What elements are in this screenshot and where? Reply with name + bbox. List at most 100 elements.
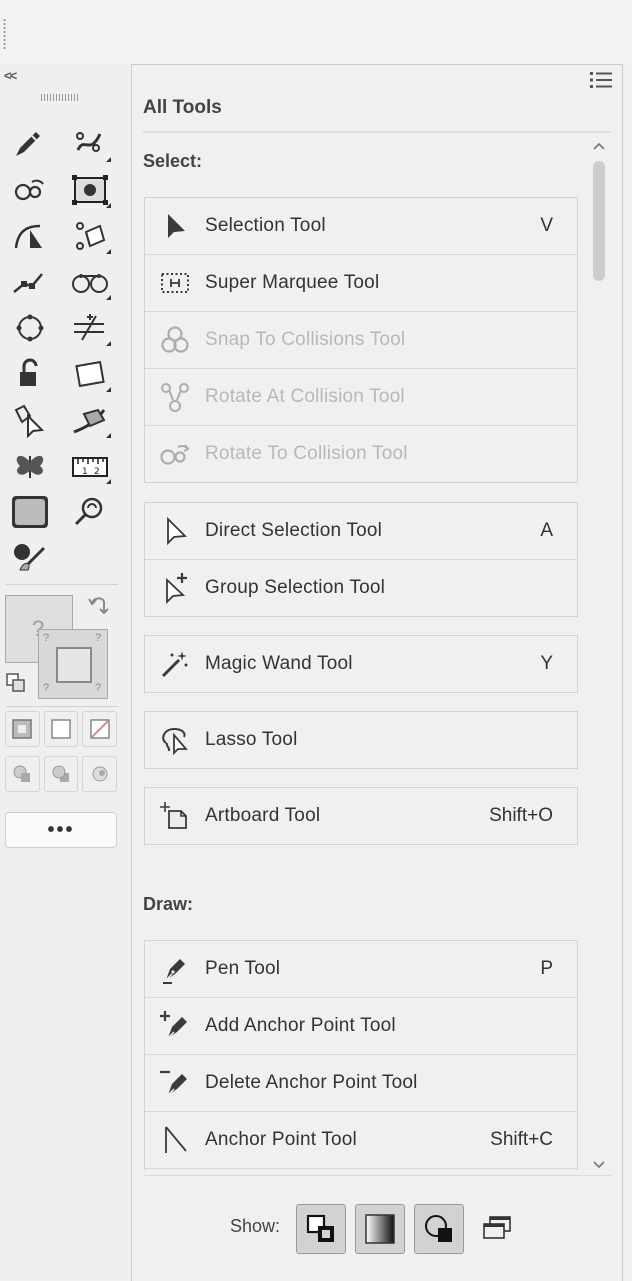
show-fill-stroke-button[interactable]	[296, 1204, 346, 1254]
stroke-placeholder: ?	[43, 682, 50, 694]
show-label: Show:	[230, 1216, 281, 1236]
svg-text:1: 1	[82, 467, 88, 477]
draw-normal-icon	[13, 765, 31, 782]
color-mode-button[interactable]	[5, 711, 40, 747]
tool-row-pen[interactable]: Pen Tool P	[145, 941, 577, 998]
symbol-butterfly-tool-button[interactable]	[8, 446, 52, 486]
tool-group-artboard: Artboard Tool Shift+O	[144, 787, 578, 845]
collapse-toolbar-button[interactable]: <<	[4, 68, 17, 83]
measure-ruler-tool-button[interactable]: 12	[68, 446, 112, 486]
tool-label: Direct Selection Tool	[205, 520, 383, 541]
show-screen-mode-icon	[483, 1216, 511, 1239]
link-tool-button[interactable]	[8, 262, 52, 302]
stroke-inner	[56, 647, 92, 683]
panel-menu-icon[interactable]	[590, 71, 612, 89]
tool-flyout-indicator	[106, 295, 111, 300]
tool-shortcut: Shift+C	[490, 1129, 553, 1150]
tool-label: Anchor Point Tool	[205, 1129, 357, 1150]
unlock-tool-button[interactable]	[8, 354, 52, 394]
tool-shortcut: A	[540, 520, 553, 541]
direct-selection-plus-tool-icon	[14, 404, 45, 438]
panel-title: All Tools	[143, 97, 222, 118]
blend-tool-button[interactable]	[68, 262, 112, 302]
draw-behind-button[interactable]	[43, 756, 79, 792]
tool-label: Add Anchor Point Tool	[205, 1015, 396, 1036]
tool-label: Rotate To Collision Tool	[205, 443, 408, 464]
slice-tool-icon	[74, 314, 104, 341]
free-transform-tool-button[interactable]	[68, 170, 112, 210]
direct-selection-plus-tool-button[interactable]	[8, 400, 52, 440]
tool-row-magic-wand[interactable]: Magic Wand Tool Y	[145, 636, 577, 692]
shape-builder-tool-button[interactable]	[68, 216, 112, 256]
show-screen-mode-button[interactable]	[473, 1204, 521, 1252]
tool-row-delete-anchor-point[interactable]: Delete Anchor Point Tool	[145, 1055, 577, 1112]
rotate-at-collision-icon	[145, 369, 205, 425]
zoom-tool-icon	[74, 497, 103, 526]
delete-anchor-point-icon	[145, 1055, 205, 1111]
gradient-mode-button[interactable]	[43, 711, 79, 747]
artboard-icon	[145, 788, 205, 844]
tool-row-group-selection[interactable]: Group Selection Tool	[145, 560, 577, 616]
draw-inside-button[interactable]	[82, 756, 118, 792]
show-draw-mode-button[interactable]	[414, 1204, 464, 1254]
slice-tool-button[interactable]	[68, 308, 112, 348]
texture-tool-icon	[12, 496, 48, 528]
swap-fill-stroke-icon[interactable]	[86, 593, 110, 617]
next-tool-icon	[145, 1169, 205, 1170]
tool-row-rotate-at-collision: Rotate At Collision Tool	[145, 369, 577, 426]
show-gradient-button[interactable]	[355, 1204, 405, 1254]
toolbar-drag-handle[interactable]	[41, 94, 79, 101]
scrollbar-thumb[interactable]	[593, 161, 605, 281]
stroke-placeholder: ?	[43, 632, 50, 644]
panel-divider	[143, 1175, 611, 1176]
tool-row-direct-selection[interactable]: Direct Selection Tool A	[145, 503, 577, 560]
panel-divider	[143, 131, 611, 133]
snap-collisions-icon	[145, 312, 205, 368]
top-bar	[0, 0, 632, 64]
texture-tool-button[interactable]	[8, 492, 52, 532]
none-mode-button[interactable]	[82, 711, 118, 747]
pen-icon	[145, 941, 205, 997]
show-draw-mode-icon	[425, 1215, 452, 1242]
scroll-up-icon[interactable]	[592, 140, 606, 154]
draw-inside-icon	[92, 766, 108, 782]
tool-row-add-anchor-point[interactable]: Add Anchor Point Tool	[145, 998, 577, 1055]
draw-normal-button[interactable]	[5, 756, 40, 792]
tool-group-selection: Selection Tool V Super Marquee Tool Snap…	[144, 197, 578, 483]
tool-row-selection[interactable]: Selection Tool V	[145, 198, 577, 255]
stroke-swatch[interactable]: ? ? ? ?	[38, 629, 108, 699]
stroke-placeholder: ?	[95, 682, 102, 694]
window-grip-handle[interactable]	[3, 18, 6, 50]
show-gradient-icon	[365, 1214, 395, 1244]
tool-label: Rotate At Collision Tool	[205, 386, 405, 407]
circle-tool-button[interactable]	[8, 308, 52, 348]
tools-toolbar: << 12 ? ? ? ? ?	[0, 64, 130, 1280]
rotate-to-collision-tool-button[interactable]	[8, 170, 52, 210]
direct-anchor-tool-button[interactable]	[8, 216, 52, 256]
free-transform-tool-icon	[72, 175, 108, 205]
artboard-rect-tool-button[interactable]	[68, 354, 112, 394]
tool-shortcut: Shift+O	[489, 805, 553, 826]
tool-row-anchor-point[interactable]: Anchor Point Tool Shift+C	[145, 1112, 577, 1169]
paint-brush-tool-button[interactable]	[8, 538, 52, 578]
tool-row-artboard[interactable]: Artboard Tool Shift+O	[145, 788, 577, 844]
tool-row-lasso[interactable]: Lasso Tool	[145, 712, 577, 768]
tool-row-snap-to-collisions: Snap To Collisions Tool	[145, 312, 577, 369]
edit-toolbar-button[interactable]: •••	[5, 812, 117, 848]
zoom-tool-button[interactable]	[68, 492, 112, 532]
tools-list: Select: Selection Tool V Super Marquee T…	[132, 135, 588, 1170]
tool-row-super-marquee[interactable]: Super Marquee Tool	[145, 255, 577, 312]
marquee-icon	[145, 255, 205, 311]
puppet-warp-tool-button[interactable]	[68, 124, 112, 164]
tool-label: Group Selection Tool	[205, 577, 386, 598]
pen-pencil-tool-button[interactable]	[8, 124, 52, 164]
tool-shortcut: V	[540, 215, 553, 236]
tool-row-next[interactable]	[145, 1169, 577, 1170]
pen-pencil-tool-icon	[16, 132, 40, 156]
tool-flyout-indicator	[106, 203, 111, 208]
artboard-rect-tool-icon	[75, 360, 105, 388]
perspective-tool-button[interactable]	[68, 400, 112, 440]
tools-list-scrollbar[interactable]	[588, 135, 610, 1175]
scroll-down-icon[interactable]	[592, 1157, 606, 1171]
default-fill-stroke-icon[interactable]	[5, 672, 27, 694]
